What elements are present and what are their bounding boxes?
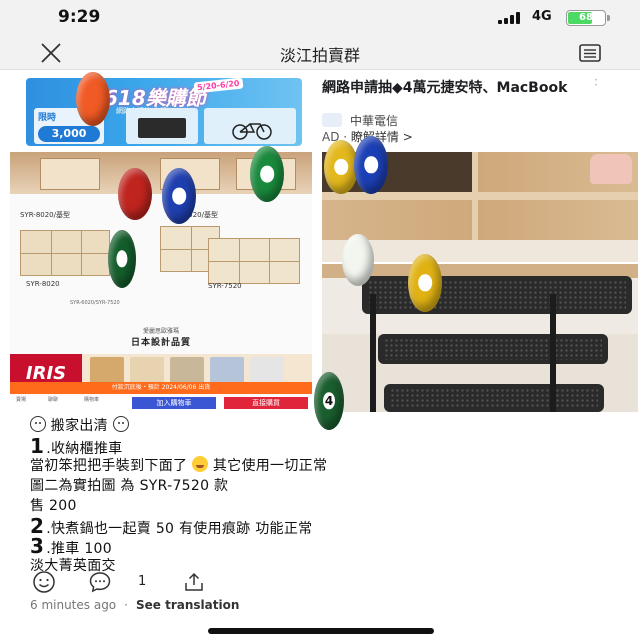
shelf-image xyxy=(40,158,100,190)
menu-icon[interactable] xyxy=(578,43,602,63)
post-line: 2 .快煮鍋也一起賣 50 有使用痕跡 功能正常 xyxy=(30,516,630,537)
cart-tray-middle xyxy=(378,334,608,364)
post-heading: 搬家出清 xyxy=(50,418,108,434)
ball-number: 4 xyxy=(324,394,334,408)
chunghwa-logo-icon xyxy=(322,113,342,127)
cart-tray-bottom xyxy=(384,384,604,412)
post-line: 3 .推車 100 xyxy=(30,534,630,558)
post-line: 售 200 xyxy=(30,498,77,514)
prize-value: 3,000 xyxy=(38,126,100,142)
yellow-ball-sticker xyxy=(408,254,442,312)
laptop-icon xyxy=(138,118,186,138)
post-line: 1 .收納櫃推車 xyxy=(30,434,630,458)
model-label-right-2: SYR-7520 xyxy=(208,282,242,290)
photo-cart[interactable] xyxy=(322,264,638,412)
post-line: 當初笨把把手裝到下面了 其它使用一切正常 xyxy=(30,456,630,476)
post-body: 搬家出清 1 .收納櫃推車 當初笨把把手裝到下面了 其它使用一切正常 圖二為實拍圖… xyxy=(30,416,630,576)
spec-text: SYR-6020/SYR-7520 xyxy=(70,300,120,306)
add-to-cart-button: 加入購物車 xyxy=(132,397,216,409)
clock: 9:29 xyxy=(58,7,101,27)
buy-now-button: 直接購買 xyxy=(224,397,308,409)
yellow-ball-sticker xyxy=(324,140,358,194)
crying-face-icon xyxy=(112,416,129,432)
post-text: 當初笨把把手裝到下面了 xyxy=(30,458,188,474)
banner-date: 5/20-6/20 xyxy=(193,78,244,94)
post-photo-grid: SYR-8020/基型 SYR-7520/基型 SYR-8020 SYR-752… xyxy=(0,150,640,412)
item-number: 3 xyxy=(30,534,45,558)
kettle-image xyxy=(590,154,632,184)
brand-big: 日本設計品質 xyxy=(130,338,191,348)
crying-face-icon xyxy=(30,416,46,432)
brand-box: 愛麗思歐雅瑪 日本設計品質 xyxy=(106,326,216,352)
shop-cart-icon: 購物車 xyxy=(84,397,100,403)
green-ball-sticker xyxy=(108,230,136,288)
item-text: .推車 100 xyxy=(46,541,112,557)
status-bar: 9:29 4G 68 xyxy=(0,0,640,36)
banner-prize-laptop xyxy=(126,108,198,144)
banner-prize-bike xyxy=(204,108,296,144)
post-text: 其它使用一切正常 xyxy=(212,458,328,474)
smile-icon[interactable] xyxy=(32,570,56,594)
shop-action-bar: 賣場 聊聊 購物車 加入購物車 直接購買 xyxy=(10,396,312,410)
product-footer: IRIS 付款沉底後・預計 2024/06/06 出貨 xyxy=(10,354,312,394)
network-type: 4G xyxy=(532,9,552,24)
cabinet-image xyxy=(20,230,110,276)
blue-ball-sticker xyxy=(162,168,196,224)
ad-source-name: 中華電信 xyxy=(350,114,399,128)
item-number: 1 xyxy=(30,434,45,458)
post-meta: 6 minutes ago · See translation xyxy=(30,598,239,612)
brand-small: 愛麗思歐雅瑪 xyxy=(142,328,179,335)
separator: · xyxy=(124,598,128,612)
red-ball-sticker xyxy=(118,168,152,220)
item-text: .收納櫃推車 xyxy=(46,441,123,457)
item-text: .快煮鍋也一起賣 50 有使用痕跡 功能正常 xyxy=(46,521,313,537)
battery-icon: 68 xyxy=(566,10,610,26)
post-line: 搬家出清 xyxy=(30,416,630,436)
model-label-left: SYR-8020/基型 xyxy=(20,211,70,219)
bike-icon xyxy=(232,123,272,140)
share-icon[interactable] xyxy=(182,570,206,594)
shop-chat-icon: 聊聊 xyxy=(48,397,59,403)
white-ball-sticker xyxy=(342,234,374,286)
nav-bar: 淡江拍賣群 xyxy=(0,36,640,70)
ad-title[interactable]: 網路申請抽◆4萬元捷安特、MacBook xyxy=(322,80,592,97)
blue-ball-sticker xyxy=(354,136,388,194)
reaction-bar: 1 xyxy=(0,566,640,598)
green-ball-sticker xyxy=(250,146,284,202)
more-icon[interactable]: · · xyxy=(594,74,604,91)
model-label-left-2: SYR-8020 xyxy=(26,280,60,288)
signal-icon xyxy=(498,12,524,24)
see-translation-link[interactable]: See translation xyxy=(136,598,239,612)
battery-percent: 68 xyxy=(579,12,593,23)
ad-banner-image[interactable]: 618樂購節 5/20-6/20 網路申請抽 大獎 限時 3,000 xyxy=(26,78,302,146)
cart-pole xyxy=(550,294,556,412)
home-indicator[interactable] xyxy=(208,628,434,634)
comment-icon[interactable] xyxy=(88,570,112,594)
cart-tray-top xyxy=(362,276,632,314)
timestamp: 6 minutes ago xyxy=(30,598,117,612)
shipping-promo: 付款沉底後・預計 2024/06/06 出貨 xyxy=(10,382,312,394)
comment-count: 1 xyxy=(138,574,147,589)
shop-home-icon: 賣場 xyxy=(16,397,27,403)
page-title: 淡江拍賣群 xyxy=(279,46,360,65)
prize-label: 限時 xyxy=(38,113,57,123)
cart-pole xyxy=(370,294,376,412)
post-line: 圖二為實拍圖 為 SYR-7520 款 xyxy=(30,478,229,494)
orange-ball-sticker xyxy=(76,72,110,126)
sheepish-face-icon xyxy=(192,456,209,472)
cabinet-image xyxy=(208,238,300,284)
